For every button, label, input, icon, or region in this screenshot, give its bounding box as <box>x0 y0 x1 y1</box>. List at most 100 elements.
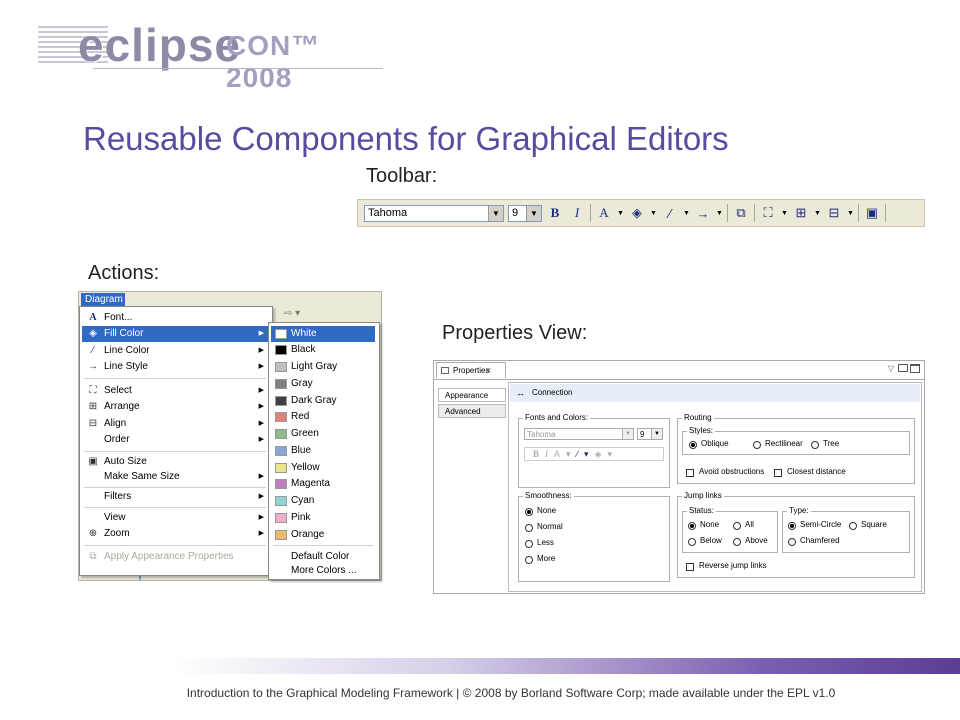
menu-item-view[interactable]: View ▶ <box>82 510 268 526</box>
radio-tree[interactable] <box>811 441 819 449</box>
color-item-light-gray[interactable]: Light Gray <box>271 359 375 375</box>
checkbox-reverse-jump-links[interactable] <box>686 563 694 571</box>
color-item-label: Green <box>291 428 319 439</box>
radio-status-below[interactable] <box>688 538 696 546</box>
color-item-cyan[interactable]: Cyan <box>271 493 375 509</box>
italic-icon[interactable]: I <box>545 449 554 459</box>
radio-status-none[interactable] <box>688 522 696 530</box>
menu-item-align[interactable]: ⊟ Align ▶ <box>82 416 268 432</box>
chevron-down-icon[interactable]: ▼ <box>488 205 503 221</box>
color-item-green[interactable]: Green <box>271 426 375 442</box>
menubar-diagram[interactable]: Diagram <box>81 293 125 307</box>
chevron-down-icon[interactable]: ▼ <box>617 210 624 217</box>
italic-icon[interactable]: I <box>568 204 586 222</box>
menu-item-label: Font... <box>104 312 133 323</box>
radio-smooth-normal[interactable] <box>525 524 533 532</box>
font-size-combo[interactable]: 9 ▼ <box>508 204 542 222</box>
fill-color-icon[interactable]: ◈ <box>628 204 646 222</box>
align-icon[interactable]: ⊟ <box>825 204 843 222</box>
radio-smooth-less-label: Less <box>537 538 554 547</box>
menu-item-apply-appearance-properties[interactable]: ⧉ Apply Appearance Properties <box>82 549 268 565</box>
radio-smooth-more[interactable] <box>525 556 533 564</box>
menu-item-zoom[interactable]: ⊕ Zoom ▶ <box>82 526 268 542</box>
color-item-gray[interactable]: Gray <box>271 376 375 392</box>
toolbar-separator <box>590 204 591 222</box>
radio-status-above[interactable] <box>733 538 741 546</box>
connection-header: ↔ Connection <box>510 384 920 402</box>
arrange-icon[interactable]: ⊞ <box>792 204 810 222</box>
radio-status-all[interactable] <box>733 522 741 530</box>
menu-item-auto-size[interactable]: ▣ Auto Size <box>82 454 268 470</box>
menu-item-line-style[interactable]: → Line Style ▶ <box>82 359 268 375</box>
chevron-down-icon[interactable]: ▼ <box>683 210 690 217</box>
radio-smooth-less[interactable] <box>525 540 533 548</box>
menu-item-fill-color[interactable]: ◈ Fill Color ▶ <box>82 326 268 342</box>
menu-item-order[interactable]: Order ▶ <box>82 432 268 448</box>
minimize-icon[interactable] <box>898 364 908 372</box>
submenu-arrow-icon: ▶ <box>258 493 264 500</box>
font-size-combo[interactable]: 9 ▼ <box>637 428 663 440</box>
radio-type-square[interactable] <box>849 522 857 530</box>
color-item-black[interactable]: Black <box>271 342 375 358</box>
fill-color-icon[interactable]: ◈▾ <box>595 449 618 459</box>
color-item-red[interactable]: Red <box>271 409 375 425</box>
maximize-icon[interactable] <box>910 364 920 373</box>
color-item-yellow[interactable]: Yellow <box>271 460 375 476</box>
fonts-colors-group: Fonts and Colors: Tahoma ▼ 9 ▼ BIA▾∕▾◈▾ <box>518 413 670 488</box>
bold-icon[interactable]: B <box>546 204 564 222</box>
radio-rectilinear[interactable] <box>753 441 761 449</box>
menu-item-line-color[interactable]: ∕ Line Color ▶ <box>82 343 268 359</box>
checkbox-avoid-obstructions[interactable] <box>686 469 694 477</box>
line-color-icon[interactable]: ∕▾ <box>577 449 595 459</box>
radio-type-semi-circle[interactable] <box>788 522 796 530</box>
smoothness-title: Smoothness: <box>523 491 574 500</box>
color-item-blue[interactable]: Blue <box>271 443 375 459</box>
color-item-dark-gray[interactable]: Dark Gray <box>271 393 375 409</box>
chevron-down-icon[interactable]: ▼ <box>650 210 657 217</box>
select-icon: ⛶ <box>89 385 97 396</box>
menu-item-select[interactable]: ⛶ Select ▶ <box>82 383 268 399</box>
font-icon: A <box>89 312 97 323</box>
color-item-orange[interactable]: Orange <box>271 527 375 543</box>
auto-size-icon[interactable]: ▣ <box>863 204 881 222</box>
chevron-down-icon[interactable]: ▼ <box>526 205 541 221</box>
properties-tab[interactable]: Properties ✕ <box>436 362 506 378</box>
bold-icon[interactable]: B <box>533 449 545 459</box>
chevron-down-icon[interactable]: ▼ <box>781 210 788 217</box>
font-color-icon[interactable]: A▾ <box>554 449 577 459</box>
copy-appearance-icon[interactable]: ⧉ <box>732 204 750 222</box>
menu-item-arrange[interactable]: ⊞ Arrange ▶ <box>82 399 268 415</box>
tab-advanced[interactable]: Advanced <box>438 404 506 418</box>
checkbox-closest-distance[interactable] <box>774 469 782 477</box>
font-color-icon[interactable]: A <box>595 204 613 222</box>
color-item-pink[interactable]: Pink <box>271 510 375 526</box>
color-item-magenta[interactable]: Magenta <box>271 476 375 492</box>
color-item-more-colors[interactable]: More Colors ... <box>271 563 375 579</box>
radio-smooth-none[interactable] <box>525 508 533 516</box>
radio-status-above-label: Above <box>745 536 768 545</box>
line-color-icon[interactable]: ∕ <box>661 204 679 222</box>
line-style-icon[interactable]: → <box>694 204 712 222</box>
select-icon[interactable]: ⛶ <box>759 204 777 222</box>
font-name-combo[interactable]: Tahoma ▼ <box>524 428 634 440</box>
close-icon[interactable]: ✕ <box>485 363 492 379</box>
radio-type-chamfered[interactable] <box>788 538 796 546</box>
properties-tab-title: Properties <box>453 366 490 375</box>
color-item-white[interactable]: White <box>271 326 375 342</box>
chevron-down-icon[interactable]: ▼ <box>814 210 821 217</box>
menu-separator <box>84 507 266 508</box>
menu-item-filters[interactable]: Filters ▶ <box>82 489 268 505</box>
chevron-down-icon[interactable]: ▼ <box>716 210 723 217</box>
chevron-down-icon[interactable]: ▼ <box>847 210 854 217</box>
routing-group: Routing Styles: Oblique Rectilinear Tree… <box>677 413 915 484</box>
menu-separator <box>273 545 373 546</box>
radio-oblique[interactable] <box>689 441 697 449</box>
menu-item-make-same-size[interactable]: Make Same Size ▶ <box>82 469 268 485</box>
tab-appearance[interactable]: Appearance <box>438 388 506 402</box>
menu-item-label: Line Style <box>104 361 148 372</box>
menu-item-font[interactable]: A Font... <box>82 310 268 326</box>
chevron-down-icon[interactable]: ▼ <box>622 429 633 439</box>
chevron-down-icon[interactable]: ▼ <box>651 429 662 439</box>
font-name-combo[interactable]: Tahoma ▼ <box>364 204 504 222</box>
view-menu-icon[interactable]: ▽ <box>888 364 894 373</box>
